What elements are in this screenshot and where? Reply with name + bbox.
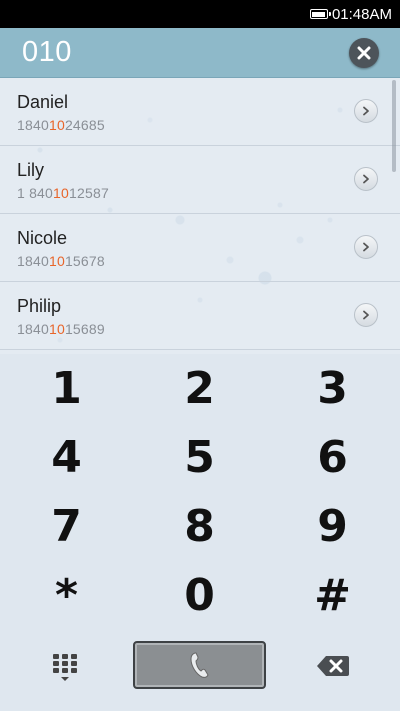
status-time: 01:48AM [331,5,392,23]
backspace-button[interactable] [316,654,350,678]
contact-name: Lily [17,160,45,180]
phone-icon [189,652,209,678]
battery-icon [309,9,331,19]
key-2[interactable]: 2 [133,354,266,423]
contact-detail-button[interactable] [354,99,378,123]
key-7[interactable]: 7 [0,492,133,561]
match-highlight: 10 [48,321,65,337]
contact-name: Philip [17,296,62,316]
dialed-number: 010 [22,36,72,68]
dialpad-icon [53,654,77,681]
dial-keypad: 1 2 3 4 5 6 7 8 9 * 0 # [0,354,400,632]
chevron-right-icon [363,174,369,184]
match-highlight: 10 [48,253,65,269]
key-4[interactable]: 4 [0,423,133,492]
scrollbar[interactable] [392,80,396,172]
contact-detail-button[interactable] [354,235,378,259]
contact-row[interactable]: Nicole 18401015678 [0,214,400,282]
contact-number: 1 8401012587 [17,185,109,201]
contact-number: 18401015689 [17,321,105,337]
contact-number: 18401015678 [17,253,105,269]
key-0[interactable]: 0 [133,561,266,630]
contact-number: 18401024685 [17,117,105,133]
contact-row[interactable]: Philip 18401015689 [0,282,400,350]
key-star[interactable]: * [0,561,133,630]
chevron-right-icon [363,242,369,252]
backspace-icon [317,656,349,676]
dialer-action-bar [0,632,400,711]
status-bar: 01:48AM [0,0,400,28]
key-8[interactable]: 8 [133,492,266,561]
contact-detail-button[interactable] [354,167,378,191]
key-1[interactable]: 1 [0,354,133,423]
key-9[interactable]: 9 [266,492,399,561]
key-5[interactable]: 5 [133,423,266,492]
contact-suggestion-list: Daniel 18401024685 Lily 1 8401012587 Nic… [0,78,400,354]
dialer-header: 010 [0,28,400,78]
match-highlight: 10 [48,117,65,133]
close-icon [357,46,371,60]
match-highlight: 10 [53,185,70,201]
contact-name: Daniel [17,92,69,112]
contact-row[interactable]: Daniel 18401024685 [0,78,400,146]
chevron-right-icon [363,310,369,320]
chevron-right-icon [363,106,369,116]
contact-detail-button[interactable] [354,303,378,327]
key-6[interactable]: 6 [266,423,399,492]
contact-name: Nicole [17,228,68,248]
key-hash[interactable]: # [266,561,399,630]
keypad-toggle-button[interactable] [50,652,80,684]
key-3[interactable]: 3 [266,354,399,423]
contact-row[interactable]: Lily 1 8401012587 [0,146,400,214]
call-button[interactable] [133,641,266,689]
clear-number-button[interactable] [349,38,379,68]
